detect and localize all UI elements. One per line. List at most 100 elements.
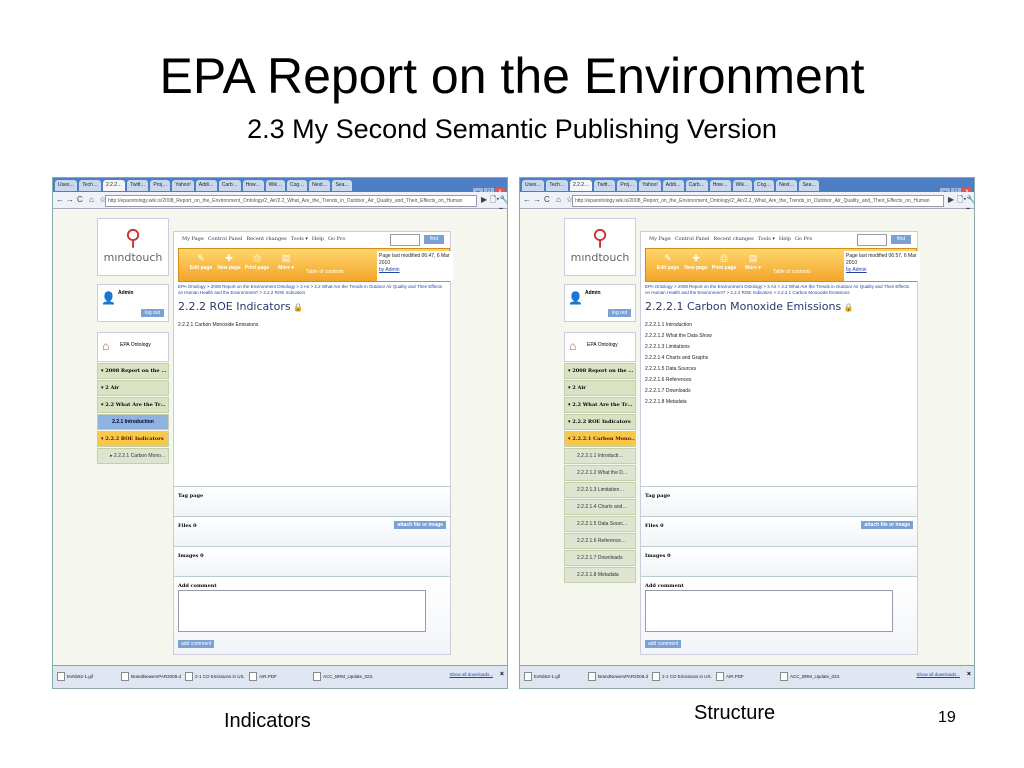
browser-tab[interactable]: Cog… (286, 180, 308, 191)
search-input[interactable] (857, 234, 887, 246)
tree-item[interactable]: 2.2.1 Introduction (97, 414, 169, 430)
user-name[interactable]: Admin (585, 290, 601, 296)
reload-icon[interactable]: C (544, 195, 550, 205)
browser-tab[interactable]: 2.2.2… (102, 180, 126, 191)
download-item[interactable]: ACC_BRM_Update_023....ppt (313, 672, 373, 682)
download-item[interactable]: ACC_BRM_Update_023....ppt (780, 672, 840, 682)
tree-item[interactable]: ▾ 2.2.2 ROE Indicators (97, 431, 169, 447)
home-icon[interactable]: ⌂ (556, 195, 561, 205)
browser-tab[interactable]: Sea… (799, 180, 820, 191)
modified-by-link[interactable]: by Admin (379, 267, 400, 273)
tree-item[interactable]: ▾ 2008 Report on the … (97, 363, 169, 379)
comment-textarea[interactable] (178, 590, 426, 632)
user-name[interactable]: Admin (118, 290, 134, 296)
content-link[interactable]: 2.2.2.1.6 References (645, 375, 913, 386)
tree-item[interactable]: ▾ 2 Air (97, 380, 169, 396)
browser-tab[interactable]: Tech… (546, 180, 568, 191)
tree-item[interactable]: ▾ 2.2 What Are the Tr… (97, 397, 169, 413)
top-menu-item[interactable]: Go Pro (795, 236, 812, 242)
top-menu-item[interactable]: Recent changes (246, 236, 286, 242)
table-of-contents-button[interactable]: Table of contents (306, 269, 344, 275)
top-menu-item[interactable]: Recent changes (713, 236, 753, 242)
print-page-button[interactable]: ⎙ Print page (241, 251, 273, 271)
top-menu-item[interactable]: Control Panel (675, 236, 710, 242)
lock-icon[interactable]: 🔒 (291, 303, 303, 312)
tree-item[interactable]: 2.2.2.1.5 Data Sourc… (564, 516, 636, 532)
print-page-button[interactable]: ⎙ Print page (708, 251, 740, 271)
content-link[interactable]: 2.2.2.1.7 Downloads (645, 386, 913, 397)
logout-button[interactable]: log out (607, 309, 631, 317)
ontology-home-link[interactable]: ⌂ EPA Ontology (564, 332, 636, 362)
browser-tab[interactable]: Wik… (732, 180, 752, 191)
go-arrow-icon[interactable]: ▶ (481, 195, 487, 205)
lock-icon[interactable]: 🔒 (841, 303, 854, 312)
browser-tab[interactable]: Addi… (662, 180, 684, 191)
reload-icon[interactable]: C (77, 195, 83, 205)
page-menu-icon[interactable]: 🗋▾ (490, 195, 499, 205)
tree-item[interactable]: 2.2.2.1.8 Metadata (564, 567, 636, 583)
address-bar[interactable]: http://epaontology.wik.is/2008_Report_on… (572, 195, 944, 207)
tree-item[interactable]: 2.2.2.1.2 What the D… (564, 465, 636, 481)
download-item[interactable]: BrandNewervPAR2009.doc (121, 672, 181, 682)
download-item[interactable]: 2-1 CO Emissions in US.xls (652, 672, 712, 682)
ontology-home-link[interactable]: ⌂ EPA Ontology (97, 332, 169, 362)
close-downloads-icon[interactable]: × (967, 671, 971, 678)
more-button[interactable]: ▤ More ▾ (270, 251, 302, 271)
tag-page-section[interactable]: Tag page (174, 486, 450, 516)
browser-tab[interactable]: How… (242, 180, 264, 191)
browser-tab[interactable]: Carb… (218, 180, 241, 191)
content-link[interactable]: 2.2.2.1.1 Introduction (645, 320, 913, 331)
more-button[interactable]: ▤ More ▾ (737, 251, 769, 271)
browser-tab[interactable]: Wik… (265, 180, 285, 191)
browser-tab[interactable]: Carb… (685, 180, 708, 191)
browser-tab[interactable]: Cog… (753, 180, 775, 191)
attach-file-button[interactable]: attach file or image (394, 521, 446, 529)
back-icon[interactable]: ← (56, 195, 64, 205)
top-menu-item[interactable]: Help (779, 236, 791, 242)
show-all-downloads-link[interactable]: Show all downloads... (449, 672, 493, 677)
breadcrumb[interactable]: EPA Ontology > 2008 Report on the Enviro… (645, 284, 913, 296)
download-item[interactable]: EvNb62-1.gif (57, 672, 117, 682)
browser-tab[interactable]: Twitt… (127, 180, 149, 191)
home-icon[interactable]: ⌂ (89, 195, 94, 205)
tree-item[interactable]: 2.2.2.1.3 Limitation… (564, 482, 636, 498)
browser-tab[interactable]: How… (709, 180, 731, 191)
browser-tab[interactable]: Next… (309, 180, 331, 191)
mindtouch-logo[interactable]: ⚲ mındtouch (564, 218, 636, 276)
tree-item[interactable]: 2.2.2.1.4 Charts and… (564, 499, 636, 515)
download-item[interactable]: 2-1 CO Emissions in US.xls (185, 672, 245, 682)
back-icon[interactable]: ← (523, 195, 531, 205)
add-comment-button[interactable]: add comment (645, 640, 682, 648)
content-link[interactable]: 2.2.2.1.4 Charts and Graphs (645, 353, 913, 364)
browser-tab[interactable]: Uses… (522, 180, 545, 191)
modified-by-link[interactable]: by Admin (846, 267, 867, 273)
top-menu-item[interactable]: My Page (649, 236, 671, 242)
content-link[interactable]: 2.2.2.1 Carbon Monoxide Emissions (178, 320, 446, 331)
search-input[interactable] (390, 234, 420, 246)
browser-tab[interactable]: Uses… (55, 180, 78, 191)
page-menu-icon[interactable]: 🗋▾ (957, 195, 966, 205)
top-menu-item[interactable]: Control Panel (208, 236, 243, 242)
go-arrow-icon[interactable]: ▶ (948, 195, 954, 205)
browser-tab[interactable]: Yahoo! (172, 180, 194, 191)
download-item[interactable]: BrandNewervPAR2009.doc (588, 672, 648, 682)
comment-textarea[interactable] (645, 590, 893, 632)
browser-tab[interactable]: 2.2.2… (569, 180, 593, 191)
table-of-contents-button[interactable]: Table of contents (773, 269, 811, 275)
top-menu-item[interactable]: Tools ▾ (291, 236, 308, 242)
top-menu-item[interactable]: Tools ▾ (758, 236, 775, 242)
attach-file-button[interactable]: attach file or image (861, 521, 913, 529)
browser-tab[interactable]: Yahoo! (639, 180, 661, 191)
tree-item[interactable]: 2.2.2.1.6 Reference… (564, 533, 636, 549)
content-link[interactable]: 2.2.2.1.8 Metadata (645, 397, 913, 408)
close-downloads-icon[interactable]: × (500, 671, 504, 678)
breadcrumb[interactable]: EPA Ontology > 2008 Report on the Enviro… (178, 284, 446, 296)
address-bar[interactable]: http://epaontology.wik.is/2008_Report_on… (105, 195, 477, 207)
tag-page-section[interactable]: Tag page (641, 486, 917, 516)
forward-icon[interactable]: → (533, 195, 541, 205)
download-item[interactable]: EvNb62-1.gif (524, 672, 584, 682)
browser-tab[interactable]: Proj… (617, 180, 638, 191)
find-button[interactable]: find (424, 235, 444, 244)
logout-button[interactable]: log out (140, 309, 164, 317)
browser-tab[interactable]: Sea… (332, 180, 353, 191)
